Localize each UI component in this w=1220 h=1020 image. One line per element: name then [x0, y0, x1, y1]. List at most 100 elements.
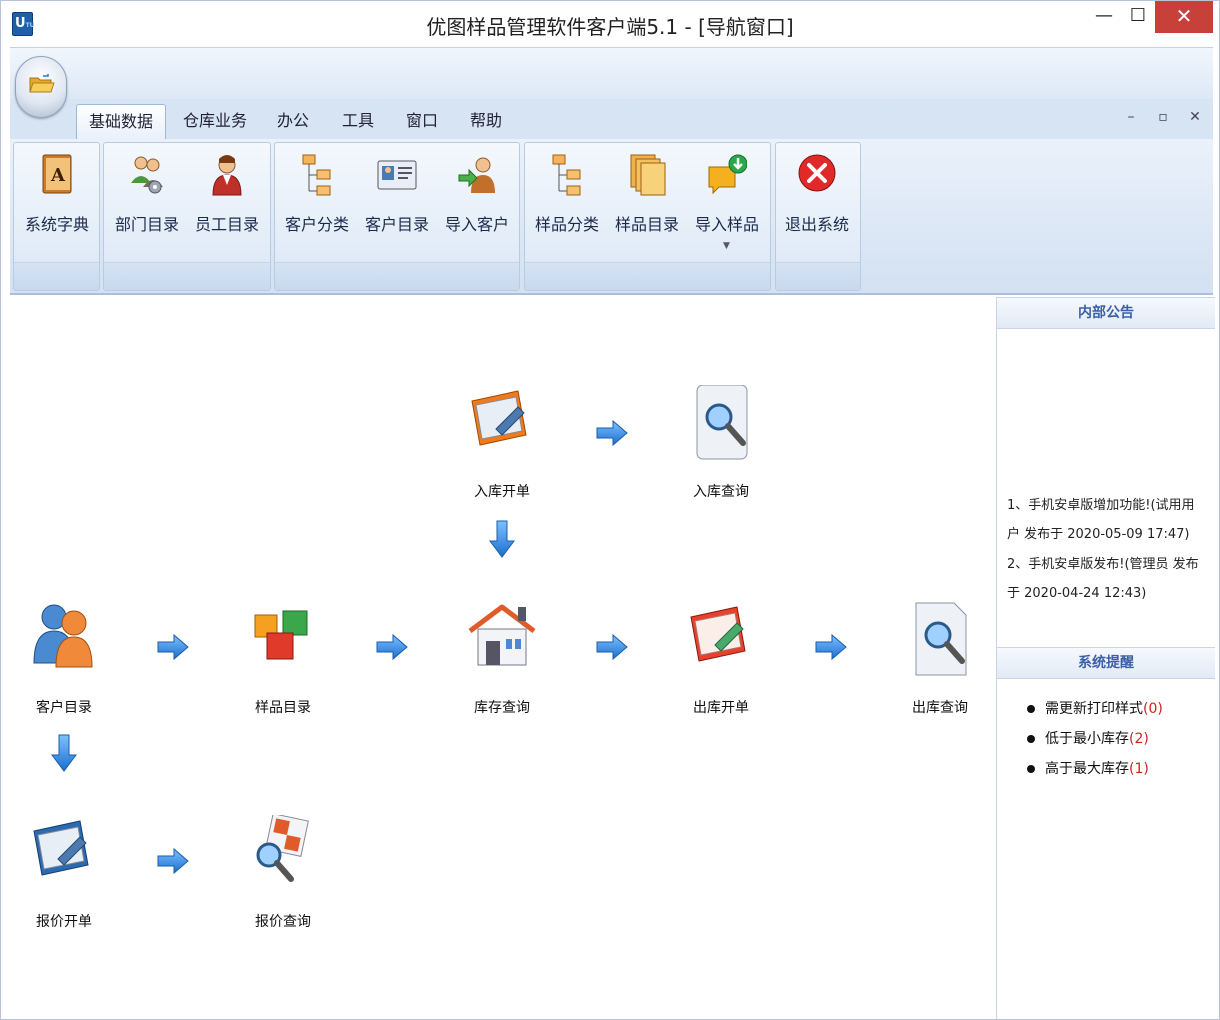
- reminder-label: 需更新打印样式: [1045, 701, 1143, 717]
- arrow-down-icon: [49, 733, 79, 773]
- outbound-query-node[interactable]: 出库查询: [890, 601, 990, 717]
- sample-directory-node[interactable]: 样品目录: [233, 601, 333, 717]
- arrow-down-icon: [487, 519, 517, 559]
- tab-office[interactable]: 办公: [263, 104, 323, 140]
- customers-icon: [33, 604, 93, 668]
- info-panel: 内部公告 1、手机安卓版增加功能!(试用用户 发布于 2020-05-09 17…: [996, 297, 1215, 1019]
- ribbon-button-label: 退出系统: [784, 215, 849, 234]
- employee-icon: [212, 155, 242, 196]
- tab-basic-data[interactable]: 基础数据: [76, 104, 166, 140]
- outbound-query-icon: [915, 602, 967, 676]
- inbound-query-node[interactable]: 入库查询: [671, 384, 771, 501]
- notice-item[interactable]: 1、手机安卓版增加功能!(试用用户 发布于 2020-05-09 17:47): [1007, 491, 1207, 549]
- arrow-right-icon: [375, 632, 409, 662]
- dictionary-book-icon: A: [42, 154, 72, 194]
- node-label: 出库开单: [693, 700, 749, 716]
- node-label: 报价查询: [255, 914, 311, 930]
- title-bar: UTU 优图样品管理软件客户端5.1 - [导航窗口] — ☐ ✕: [1, 1, 1219, 47]
- tree-category-icon: [552, 154, 581, 196]
- maximize-button[interactable]: ☐: [1121, 1, 1155, 33]
- exit-system-button[interactable]: 退出系统: [777, 149, 857, 259]
- import-sample-button[interactable]: 导入样品 ▼: [687, 149, 767, 259]
- department-users-icon: [131, 156, 163, 194]
- notice-panel-title: 内部公告: [997, 297, 1215, 329]
- app-window: UTU 优图样品管理软件客户端5.1 - [导航窗口] — ☐ ✕ 基础数据 仓…: [0, 0, 1220, 1020]
- reminder-item[interactable]: 高于最大库存(1): [1027, 758, 1149, 778]
- application-menu-button[interactable]: [15, 56, 67, 118]
- inbound-query-icon: [696, 384, 748, 460]
- outbound-order-node[interactable]: 出库开单: [671, 601, 771, 717]
- ribbon-button-label: 样品目录: [614, 215, 679, 234]
- ribbon-button-label: 客户分类: [284, 215, 349, 234]
- contact-card-icon: [377, 160, 417, 190]
- tab-window[interactable]: 窗口: [393, 104, 451, 140]
- arrow-right-icon: [595, 632, 629, 662]
- inbound-order-icon: [471, 390, 527, 446]
- customer-directory-node[interactable]: 客户目录: [14, 601, 114, 717]
- notice-item[interactable]: 2、手机安卓版发布!(管理员 发布于 2020-04-24 12:43): [1007, 550, 1207, 608]
- node-label: 入库查询: [693, 484, 749, 500]
- bullet-icon: [1027, 705, 1035, 713]
- reminder-count: (0): [1143, 701, 1163, 717]
- mdi-minimize-button[interactable]: –: [1123, 109, 1139, 125]
- node-label: 库存查询: [474, 700, 530, 716]
- tab-help[interactable]: 帮助: [457, 104, 515, 140]
- quote-order-node[interactable]: 报价开单: [14, 815, 114, 931]
- customer-directory-button[interactable]: 客户目录: [357, 149, 437, 259]
- ribbon-button-label: 客户目录: [364, 215, 429, 234]
- exit-icon: [798, 154, 836, 192]
- department-directory-button[interactable]: 部门目录: [107, 149, 187, 259]
- quote-order-icon: [33, 820, 89, 876]
- sample-directory-button[interactable]: 样品目录: [607, 149, 687, 259]
- import-user-icon: [458, 157, 495, 193]
- outbound-order-icon: [690, 606, 746, 662]
- node-label: 样品目录: [255, 700, 311, 716]
- node-label: 入库开单: [474, 484, 530, 500]
- sample-category-button[interactable]: 样品分类: [527, 149, 607, 259]
- ribbon-button-label: 样品分类: [534, 215, 599, 234]
- quick-access-bar: [10, 47, 1213, 99]
- node-label: 报价开单: [36, 914, 92, 930]
- tab-tools[interactable]: 工具: [329, 104, 387, 140]
- chevron-down-icon[interactable]: ▼: [723, 241, 730, 251]
- arrow-right-icon: [156, 632, 190, 662]
- inbound-order-node[interactable]: 入库开单: [452, 385, 552, 501]
- minimize-button[interactable]: —: [1087, 1, 1121, 33]
- import-customer-button[interactable]: 导入客户: [437, 149, 517, 259]
- node-label: 出库查询: [912, 700, 968, 716]
- reminder-item[interactable]: 低于最小库存(2): [1027, 728, 1149, 748]
- warehouse-icon: [468, 604, 536, 666]
- reminder-count: (2): [1129, 731, 1149, 747]
- reminder-item[interactable]: 需更新打印样式(0): [1027, 698, 1163, 718]
- ribbon-button-label: 员工目录: [194, 215, 259, 234]
- arrow-right-icon: [156, 846, 190, 876]
- ribbon-button-label: 部门目录: [114, 215, 179, 234]
- quote-query-icon: [256, 813, 309, 882]
- bullet-icon: [1027, 765, 1035, 773]
- stacked-docs-icon: [630, 154, 666, 196]
- tree-category-icon: [302, 154, 331, 196]
- sample-cubes-icon: [254, 610, 308, 660]
- ribbon-button-label: 导入客户: [444, 215, 509, 234]
- import-sample-icon: [708, 154, 747, 195]
- reminder-label: 高于最大库存: [1045, 761, 1129, 777]
- ribbon-button-label: 导入样品: [694, 215, 759, 234]
- mdi-close-button[interactable]: ✕: [1187, 109, 1203, 125]
- quote-query-node[interactable]: 报价查询: [233, 813, 333, 931]
- tab-warehouse[interactable]: 仓库业务: [173, 104, 257, 140]
- arrow-right-icon: [595, 418, 629, 448]
- reminder-panel-title: 系统提醒: [997, 647, 1215, 679]
- bullet-icon: [1027, 735, 1035, 743]
- reminder-label: 低于最小库存: [1045, 731, 1129, 747]
- svg-text:A: A: [50, 165, 66, 186]
- mdi-restore-button[interactable]: ▫: [1155, 109, 1171, 125]
- window-title: 优图样品管理软件客户端5.1 - [导航窗口]: [426, 15, 794, 39]
- employee-directory-button[interactable]: 员工目录: [187, 149, 267, 259]
- arrow-right-icon: [814, 632, 848, 662]
- open-folder-icon: [29, 74, 55, 93]
- stock-query-node[interactable]: 库存查询: [452, 601, 552, 717]
- close-button[interactable]: ✕: [1155, 1, 1213, 33]
- customer-category-button[interactable]: 客户分类: [277, 149, 357, 259]
- reminder-count: (1): [1129, 761, 1149, 777]
- system-dictionary-button[interactable]: A 系统字典: [17, 149, 97, 259]
